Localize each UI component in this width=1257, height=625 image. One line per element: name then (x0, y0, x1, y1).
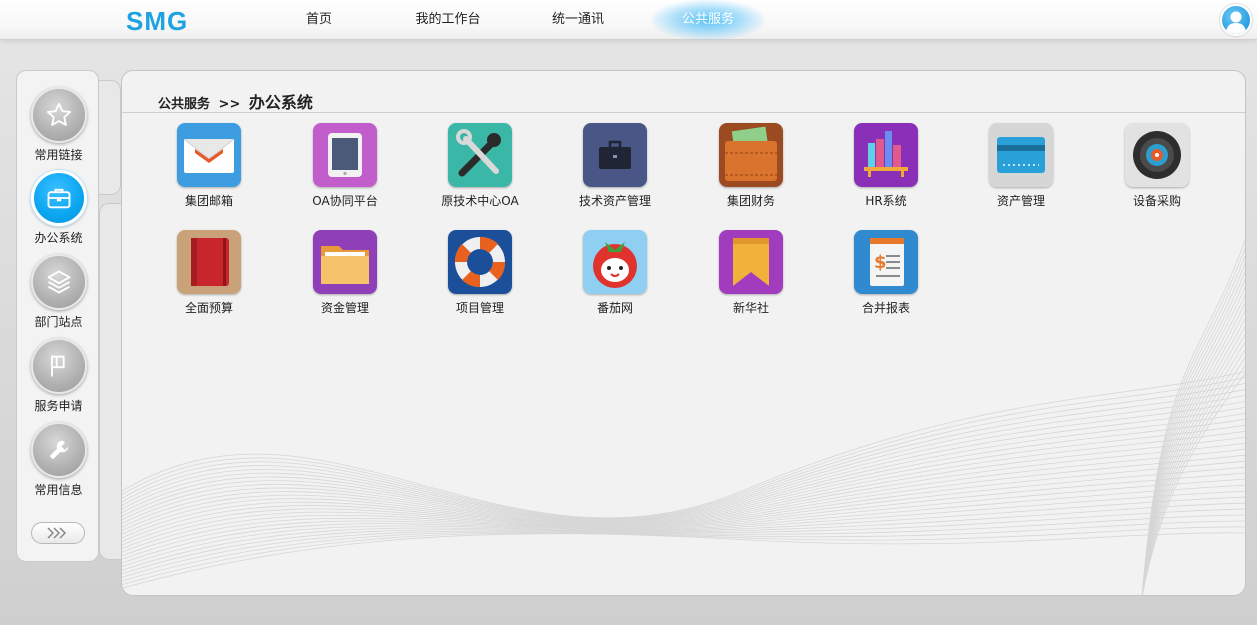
app-equipment-procurement[interactable]: 设备采购 (1092, 123, 1222, 209)
app-group-finance[interactable]: 集团财务 (686, 123, 816, 209)
app-tomato-net[interactable]: 番茄网 (550, 230, 680, 316)
app-label: 设备采购 (1132, 194, 1181, 208)
app-label: 项目管理 (455, 301, 504, 315)
app-label: 原技术中心OA (441, 194, 519, 208)
briefcase-icon (583, 123, 647, 187)
app-label: OA协同平台 (312, 194, 378, 208)
card-icon (989, 123, 1053, 187)
svg-text:$: $ (874, 252, 887, 273)
mail-icon (177, 123, 241, 187)
wrench-icon (30, 422, 87, 478)
bookshelf-icon (854, 123, 918, 187)
tablet-icon (313, 123, 377, 187)
target-icon (1125, 123, 1189, 187)
breadcrumb-divider (122, 112, 1245, 113)
breadcrumb-parent[interactable]: 公共服务 (158, 97, 210, 112)
tomato-icon (583, 230, 647, 294)
app-label: 合并报表 (861, 301, 910, 315)
app-tech-center-oa[interactable]: 原技术中心OA (415, 123, 545, 209)
app-label: 新华社 (732, 301, 769, 315)
lifebuoy-icon (448, 230, 512, 294)
sidebar-item-service-request[interactable]: 服务申请 (17, 338, 100, 414)
user-avatar-icon[interactable] (1220, 4, 1252, 36)
sidebar-handle-bottom (99, 203, 121, 560)
sidebar-item-label: 常用链接 (34, 148, 83, 162)
app-oa-platform[interactable]: OA协同平台 (280, 123, 410, 209)
tools-icon (448, 123, 512, 187)
app-label: 技术资产管理 (578, 194, 651, 208)
breadcrumb-separator: >> (218, 97, 241, 112)
top-navigation-bar: SMG 首页 我的工作台 统一通讯 公共服务 (0, 0, 1257, 40)
app-label: 集团财务 (726, 194, 775, 208)
bookmark-icon (719, 230, 783, 294)
sidebar-item-common-links[interactable]: 常用链接 (17, 87, 100, 163)
sidebar-item-label: 办公系统 (34, 231, 83, 245)
star-icon (30, 87, 87, 143)
app-fund-management[interactable]: 资金管理 (280, 230, 410, 316)
report-icon: $ (854, 230, 918, 294)
layers-icon (30, 254, 87, 310)
app-label: 全面预算 (184, 301, 233, 315)
chevrons-right-icon[interactable] (31, 522, 85, 544)
sidebar: 常用链接 办公系统 部门站点 服务申请 常用信息 (16, 70, 99, 562)
nav-unified-communication[interactable]: 统一通讯 (538, 0, 618, 40)
smg-logo[interactable]: SMG (126, 6, 188, 37)
app-project-management[interactable]: 项目管理 (415, 230, 545, 316)
flag-icon (30, 338, 87, 394)
sidebar-item-common-info[interactable]: 常用信息 (17, 422, 100, 498)
breadcrumb-current: 办公系统 (248, 93, 313, 112)
sidebar-item-department-sites[interactable]: 部门站点 (17, 254, 100, 330)
app-asset-management[interactable]: 资产管理 (956, 123, 1086, 209)
app-label: HR系统 (865, 194, 907, 208)
app-label: 资金管理 (320, 301, 369, 315)
app-hr-system[interactable]: HR系统 (821, 123, 951, 209)
app-consolidated-report[interactable]: $ 合并报表 (821, 230, 951, 316)
app-label: 资产管理 (996, 194, 1045, 208)
sidebar-item-office-system[interactable]: 办公系统 (17, 170, 100, 246)
folder-icon (313, 230, 377, 294)
nav-public-services[interactable]: 公共服务 (652, 0, 764, 40)
app-label: 集团邮箱 (184, 194, 233, 208)
nav-home[interactable]: 首页 (290, 0, 348, 40)
sidebar-item-label: 部门站点 (34, 315, 83, 329)
briefcase-icon (30, 170, 87, 226)
sidebar-handle-top (99, 80, 121, 195)
app-full-budget[interactable]: 全面预算 (144, 230, 274, 316)
app-tech-asset-management[interactable]: 技术资产管理 (550, 123, 680, 209)
breadcrumb: 公共服务 >> 办公系统 (158, 89, 313, 113)
sidebar-item-label: 常用信息 (34, 483, 83, 497)
main-panel: 公共服务 >> 办公系统 集团邮箱 OA协同平台 原技术中心OA 技术资产管理 … (121, 70, 1246, 596)
notebook-icon (177, 230, 241, 294)
app-xinhua[interactable]: 新华社 (686, 230, 816, 316)
app-label: 番茄网 (596, 301, 633, 315)
nav-my-workbench[interactable]: 我的工作台 (404, 0, 492, 40)
app-group-mail[interactable]: 集团邮箱 (144, 123, 274, 209)
sidebar-item-label: 服务申请 (34, 399, 83, 413)
wallet-icon (719, 123, 783, 187)
